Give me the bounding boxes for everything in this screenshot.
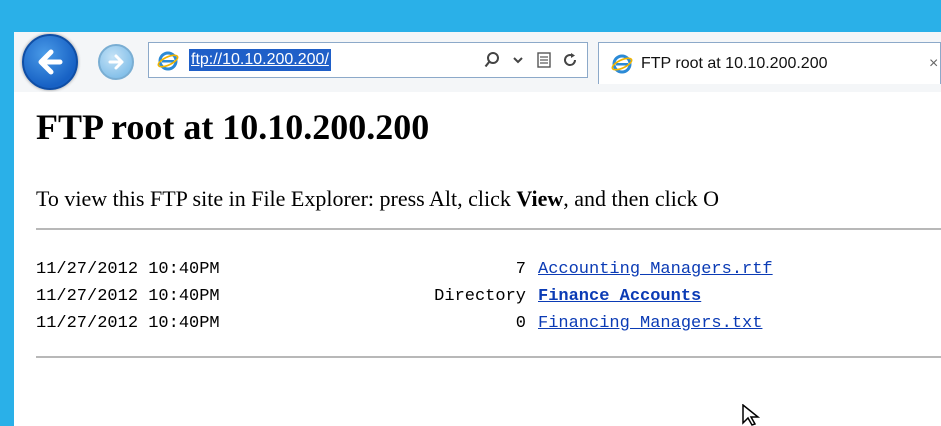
entry-size: 0: [515, 314, 526, 333]
window-frame-left: [0, 0, 14, 426]
address-url[interactable]: ftp://10.10.200.200/: [189, 49, 331, 71]
entry-date: 11/27/2012 10:40PM: [36, 314, 220, 333]
ie-logo-icon: [611, 54, 633, 74]
entry-date: 11/27/2012 10:40PM: [36, 287, 220, 306]
dropdown-arrow-icon: [513, 57, 523, 64]
compatibility-view-button[interactable]: [535, 48, 553, 72]
page-content: FTP root at 10.10.200.200 To view this F…: [14, 92, 941, 426]
divider-top: [36, 228, 941, 230]
instructions-view: View: [516, 186, 564, 211]
listing-row: 11/27/2012 10:40PM 7 Accounting Managers.r…: [36, 256, 773, 283]
tab-title: FTP root at 10.10.200.200: [641, 55, 828, 72]
entry-date: 11/27/2012 10:40PM: [36, 260, 220, 279]
forward-arrow-icon: [108, 54, 124, 70]
back-arrow-icon: [38, 49, 63, 75]
refresh-icon: [564, 53, 577, 66]
search-icon: [484, 52, 499, 68]
ie-logo-icon: [157, 51, 179, 71]
forward-button[interactable]: [98, 44, 134, 80]
address-bar[interactable]: ftp://10.10.200.200/: [148, 42, 588, 78]
close-icon[interactable]: ×: [929, 52, 938, 76]
compatibility-view-icon: [537, 52, 551, 68]
page-title: FTP root at 10.10.200.200: [36, 107, 430, 147]
listing-row: 11/27/2012 10:40PM 0 Financing Managers.tx…: [36, 310, 773, 337]
tab-ftp-root[interactable]: FTP root at 10.10.200.200 ×: [598, 42, 941, 84]
instructions-part1: To view this FTP site in File Explorer: …: [36, 186, 517, 211]
entry-size: Directory: [434, 287, 526, 306]
folder-link-finance-accounts[interactable]: Finance Accounts: [538, 283, 701, 310]
address-dropdown-button[interactable]: [509, 48, 527, 72]
instructions-part2: , and then click O: [563, 186, 720, 211]
listing-row: 11/27/2012 10:40PM Directory Finance Accou…: [36, 283, 773, 310]
divider-bottom: [36, 356, 941, 358]
mouse-cursor-icon: [742, 404, 761, 426]
instructions-text: To view this FTP site in File Explorer: …: [36, 186, 719, 212]
search-button[interactable]: [483, 48, 501, 72]
back-button[interactable]: [22, 34, 78, 90]
entry-size: 7: [515, 260, 526, 279]
file-link-accounting-managers[interactable]: Accounting Managers.rtf: [538, 256, 773, 283]
refresh-button[interactable]: [561, 48, 579, 72]
file-listing: 11/27/2012 10:40PM 7 Accounting Managers.r…: [36, 256, 773, 337]
file-link-financing-managers[interactable]: Financing Managers.txt: [538, 310, 762, 337]
